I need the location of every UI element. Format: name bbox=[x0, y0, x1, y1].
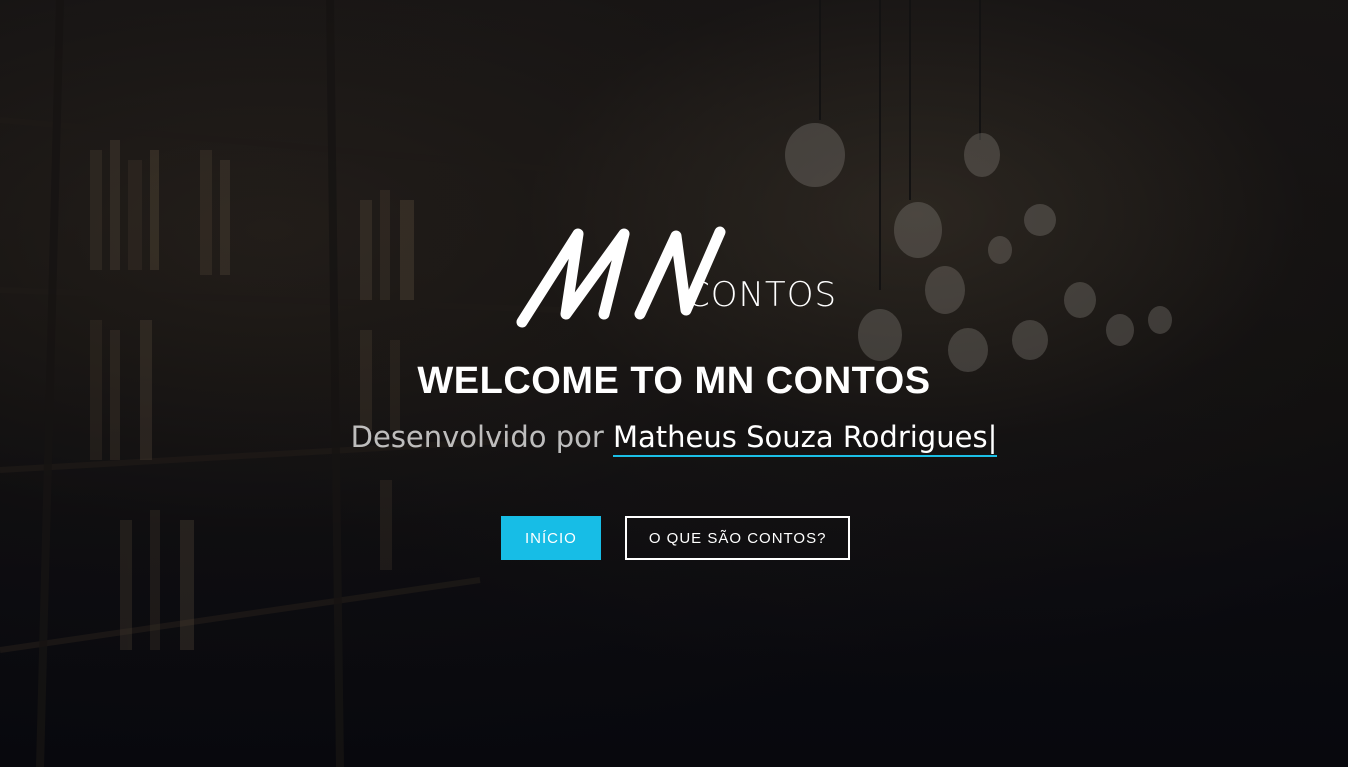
hero-buttons: INÍCIO O QUE SÃO CONTOS? bbox=[501, 516, 851, 560]
hero-section: CONTOS WELCOME TO MN CONTOS Desenvolvido… bbox=[0, 0, 1348, 767]
inicio-button[interactable]: INÍCIO bbox=[501, 516, 601, 560]
page-title: WELCOME TO MN CONTOS bbox=[417, 360, 931, 402]
logo-wordmark: CONTOS bbox=[686, 275, 838, 315]
typing-cursor: | bbox=[987, 420, 998, 454]
hero-content: CONTOS WELCOME TO MN CONTOS Desenvolvido… bbox=[0, 0, 1348, 767]
subtitle-prefix: Desenvolvido por bbox=[350, 420, 604, 454]
author-name: Matheus Souza Rodrigues bbox=[613, 420, 988, 454]
site-logo[interactable]: CONTOS bbox=[500, 222, 850, 334]
o-que-sao-contos-button[interactable]: O QUE SÃO CONTOS? bbox=[624, 516, 851, 560]
typed-author-name: Matheus Souza Rodrigues| bbox=[613, 420, 998, 457]
subtitle: Desenvolvido por Matheus Souza Rodrigues… bbox=[0, 420, 1348, 457]
